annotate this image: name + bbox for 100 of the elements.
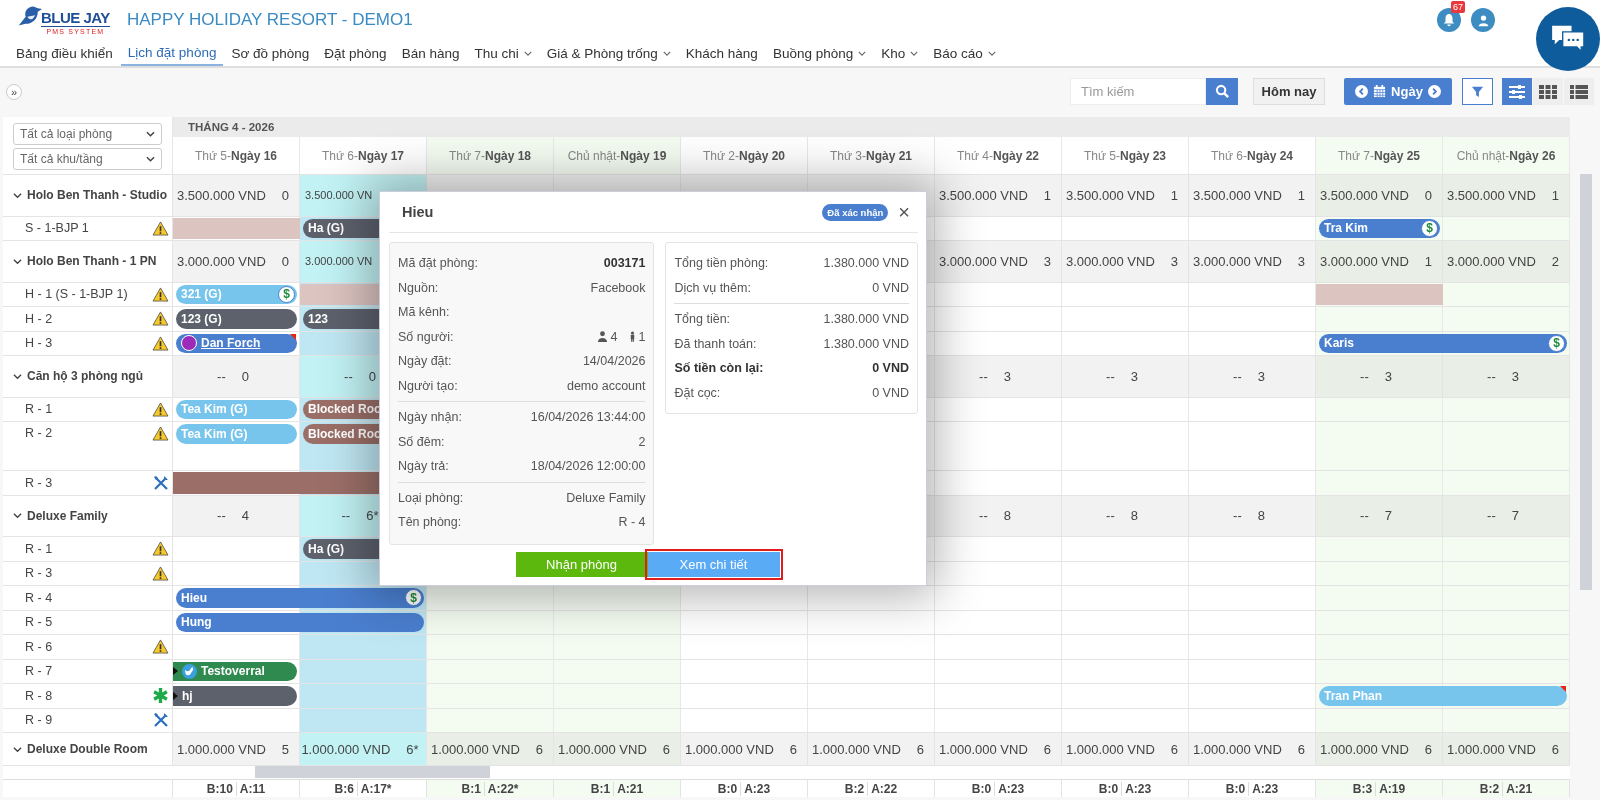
nav-tab[interactable]: Sơ đồ phòng xyxy=(224,40,317,66)
room-count: 3 xyxy=(1297,253,1306,269)
booking-bar[interactable]: Testoverral xyxy=(173,661,297,681)
scrollbar-thumb[interactable] xyxy=(255,766,490,778)
guest-name: Tea Kim (G) xyxy=(181,402,248,417)
nav-tab[interactable]: Khách hàng xyxy=(678,40,765,66)
chevron-icon[interactable] xyxy=(13,256,22,266)
nav-tab[interactable]: Đặt phòng xyxy=(317,40,394,66)
logo-title: BLUE JAY xyxy=(41,9,110,27)
notifications-button[interactable] xyxy=(1437,8,1461,32)
available-count: A:21 xyxy=(613,781,644,796)
guest-name: Tra Kim xyxy=(1324,221,1368,236)
child-icon xyxy=(628,331,636,343)
guest-name: Karis xyxy=(1324,336,1355,351)
next-icon[interactable] xyxy=(1427,85,1441,98)
room-count: 8 xyxy=(1130,508,1138,524)
chevron-icon xyxy=(146,131,155,137)
booked-count: B:2 xyxy=(844,781,865,796)
chevron-icon[interactable] xyxy=(13,190,22,200)
chevron-icon[interactable] xyxy=(13,511,22,521)
booking-bar[interactable]: 123 (G) xyxy=(176,309,297,329)
price-text: 3.000.000 VND xyxy=(1319,253,1409,269)
close-button[interactable]: × xyxy=(888,202,914,222)
price-text: 3.500.000 VND xyxy=(1319,187,1409,203)
room-count: 1 xyxy=(1551,187,1560,203)
field-value: Facebook xyxy=(590,280,646,295)
room-count: 6 xyxy=(1551,741,1560,757)
room-count: 4 xyxy=(241,508,249,524)
search-button[interactable] xyxy=(1206,78,1238,105)
nav-tab[interactable]: Bảng điều khiển xyxy=(9,40,120,66)
field-value: 1.380.000 VND xyxy=(823,256,909,271)
filter-button[interactable] xyxy=(1462,78,1493,105)
grid-icon xyxy=(1539,84,1557,99)
available-count: A:23 xyxy=(740,781,771,796)
nav-tab[interactable]: Báo cáo xyxy=(926,40,1003,66)
nav-tab[interactable]: Thu chi xyxy=(467,40,539,66)
room-count: 6 xyxy=(1170,741,1179,757)
booking-bar[interactable]: Hieu $ xyxy=(176,588,424,608)
room-type-select[interactable]: Tất cả loại phòng xyxy=(13,123,162,145)
list-view-button[interactable] xyxy=(1564,78,1594,105)
price-text: 3.500.000 VND xyxy=(1192,187,1282,203)
price-text: 1.000.000 VND xyxy=(1065,741,1155,757)
month-label: THÁNG 4 - 2026 xyxy=(188,121,275,133)
child-count: 1 xyxy=(638,329,646,344)
nav-tab[interactable]: Kho xyxy=(874,40,926,66)
notification-badge: 67 xyxy=(1451,1,1465,13)
booking-bar[interactable]: 321 (G) $ xyxy=(176,284,297,304)
room-name: R - 2 xyxy=(25,426,53,440)
price-text: -- xyxy=(1487,368,1496,384)
guest-name: Tran Phan xyxy=(1324,688,1382,703)
available-count: A:19 xyxy=(1375,781,1406,796)
continue-arrow-icon xyxy=(173,691,178,700)
field-label: Ngày trả: xyxy=(398,459,449,474)
booked-count: B:3 xyxy=(1352,781,1373,796)
adult-count: 4 xyxy=(610,329,618,344)
chevron-icon xyxy=(146,156,155,162)
booking-bar[interactable]: Tra Kim $ xyxy=(1319,218,1440,238)
field-label: Mã kênh: xyxy=(398,305,450,320)
field-value: 0 VND xyxy=(872,385,909,400)
field-label: Nguồn: xyxy=(398,280,439,295)
guest-name: Hung xyxy=(181,615,212,630)
price-text: -- xyxy=(979,368,988,384)
list-icon xyxy=(1570,84,1588,99)
available-count: A:22 xyxy=(867,781,898,796)
timeline-view-button[interactable] xyxy=(1502,78,1532,105)
room-type-name: Holo Ben Thanh - Studio xyxy=(27,188,167,203)
guest-name: Ha (G) xyxy=(308,221,344,236)
nav-tab[interactable]: Lịch đặt phòng xyxy=(120,40,224,66)
period-label[interactable]: Ngày xyxy=(1391,84,1423,99)
room-count: 6 xyxy=(662,741,671,757)
floor-select[interactable]: Tất cả khu/tầng xyxy=(13,148,162,170)
caret-icon xyxy=(858,50,867,56)
chevron-icon[interactable] xyxy=(13,744,22,754)
price-text: -- xyxy=(979,508,988,524)
previous-icon[interactable] xyxy=(1355,85,1369,98)
grid-view-button[interactable] xyxy=(1533,78,1563,105)
user-button[interactable] xyxy=(1471,8,1495,32)
room-count: 6* xyxy=(366,508,379,524)
field-label: Loại phòng: xyxy=(398,490,464,505)
available-count: A:23 xyxy=(1248,781,1279,796)
scrollbar-thumb[interactable] xyxy=(1580,174,1592,590)
booking-bar[interactable]: Dan Forch xyxy=(176,333,297,353)
nav-tab[interactable]: Giá & Phòng trống xyxy=(539,40,678,66)
booking-bar[interactable]: Hung xyxy=(176,612,424,632)
booking-bar[interactable]: hj xyxy=(173,686,297,706)
room-count: 0 xyxy=(1424,187,1433,203)
user-icon xyxy=(1476,13,1490,27)
nav-tab[interactable]: Bán hàng xyxy=(394,40,467,66)
search-field[interactable]: Tìm kiếm xyxy=(1070,78,1206,105)
day-header: Chủ nhật-Ngày 19 xyxy=(554,137,681,174)
booking-bar[interactable]: Karis $ xyxy=(1319,333,1567,353)
field-label: Tên phòng: xyxy=(398,515,462,530)
guest-name: Ha (G) xyxy=(308,541,344,556)
caret-icon xyxy=(662,50,671,56)
field-value: demo account xyxy=(566,378,646,393)
room-name: R - 1 xyxy=(25,402,53,417)
nav-tab[interactable]: Buồng phòng xyxy=(765,40,874,66)
today-button[interactable]: Hôm nay xyxy=(1253,78,1325,105)
chevron-icon[interactable] xyxy=(13,371,22,381)
expand-button[interactable]: » xyxy=(6,83,22,100)
